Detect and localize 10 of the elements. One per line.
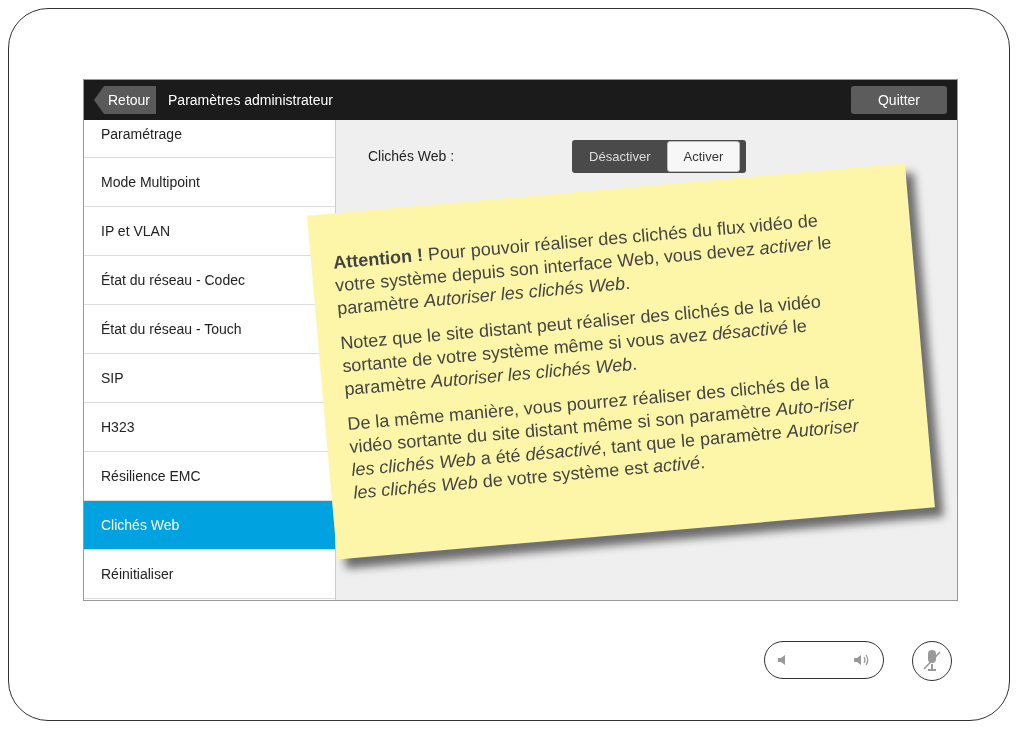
sidebar-item[interactable]: Paramétrage (84, 120, 335, 158)
sidebar-item[interactable]: Mode Multipoint (84, 158, 335, 207)
header-title: Paramètres administrateur (168, 90, 333, 110)
toggle-option[interactable]: Désactiver (573, 141, 667, 172)
toggle-option[interactable]: Activer (666, 141, 741, 172)
back-button[interactable]: Retour (94, 86, 157, 114)
setting-label: Clichés Web : (368, 147, 455, 166)
sidebar-item[interactable]: Réinitialiser (84, 550, 335, 599)
speaker-high-icon (853, 653, 871, 667)
quit-button[interactable]: Quitter (851, 86, 947, 114)
